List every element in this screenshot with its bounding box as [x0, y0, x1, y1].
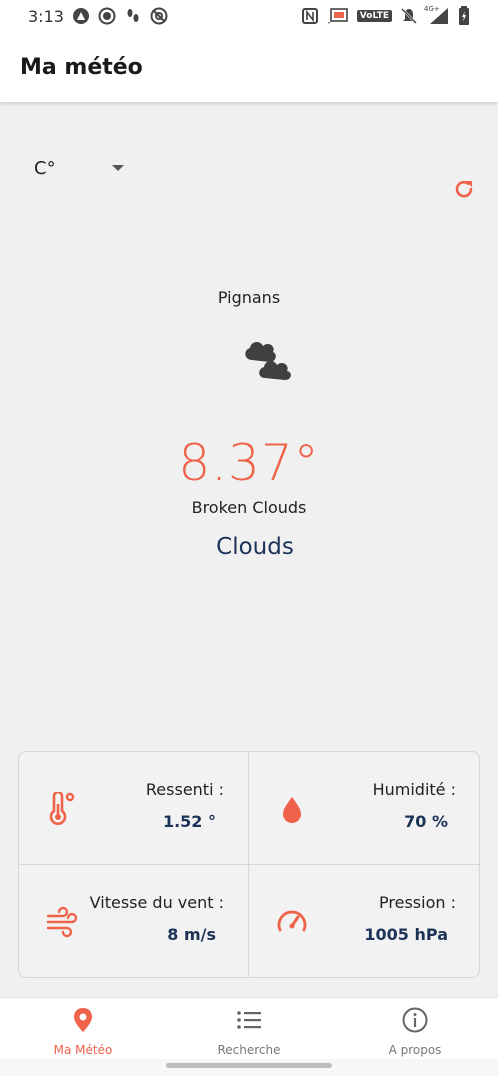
unit-value: C° — [34, 157, 56, 179]
app-bar: Ma météo — [0, 32, 498, 102]
wind-value: 8 m/s — [167, 925, 216, 944]
page-title: Ma météo — [20, 54, 143, 80]
wind-label: Vitesse du vent : — [89, 893, 224, 912]
nav-item-ma-meteo[interactable]: Ma Météo — [0, 998, 166, 1059]
broken-clouds-icon — [238, 338, 298, 388]
footsteps-icon — [124, 7, 142, 25]
wind-icon — [45, 905, 79, 939]
cast-icon — [327, 7, 349, 25]
nav-item-recherche[interactable]: Recherche — [166, 998, 332, 1059]
refresh-button[interactable] — [450, 175, 478, 203]
list-icon — [235, 1006, 263, 1034]
nav-label-recherche: Recherche — [217, 1043, 281, 1057]
bottom-navigation: Ma Météo Recherche A propos — [0, 997, 498, 1059]
location-pin-icon — [69, 1006, 97, 1034]
humidity-cell: Humidité : 70 % — [249, 752, 480, 865]
unit-dropdown[interactable]: C° — [34, 152, 130, 184]
status-left: 3:13 — [28, 7, 168, 26]
humidity-label: Humidité : — [372, 780, 456, 799]
status-time: 3:13 — [28, 6, 64, 26]
status-bar: 3:13 VoLTE 4G+ — [0, 0, 498, 32]
feels-like-label: Ressenti : — [145, 780, 224, 799]
feels-like-cell: Ressenti : 1.52 ° — [19, 752, 249, 865]
pressure-cell: Pression : 1005 hPa — [249, 865, 480, 978]
weather-main: Clouds — [216, 534, 294, 560]
battery-icon — [458, 6, 470, 25]
app-icon-a — [72, 7, 90, 25]
info-icon — [401, 1006, 429, 1034]
blocked-icon — [150, 7, 168, 25]
network-type-label: 4G+ — [424, 5, 440, 13]
humidity-value: 70 % — [404, 812, 448, 831]
dropdown-arrow-icon — [112, 165, 124, 171]
temperature: 8.37° — [178, 434, 320, 492]
mute-icon — [400, 7, 418, 25]
home-indicator[interactable] — [166, 1063, 332, 1068]
nav-label-ma-meteo: Ma Météo — [53, 1043, 113, 1057]
weather-description: Broken Clouds — [191, 498, 307, 517]
pressure-value: 1005 hPa — [364, 925, 448, 944]
weather-stats-grid: Ressenti : 1.52 ° Humidité : 70 % Vitess… — [18, 751, 480, 978]
status-right: VoLTE 4G+ — [301, 5, 470, 25]
city-name: Pignans — [217, 288, 281, 307]
pressure-label: Pression : — [379, 893, 456, 912]
water-drop-icon — [275, 792, 309, 826]
wind-cell: Vitesse du vent : 8 m/s — [19, 865, 249, 978]
nav-label-a-propos: A propos — [388, 1043, 442, 1057]
volte-icon: VoLTE — [356, 10, 392, 22]
speedometer-icon — [275, 905, 309, 939]
refresh-icon — [455, 180, 473, 198]
thermometer-icon — [43, 792, 77, 826]
nfc-icon — [301, 7, 319, 25]
record-icon — [98, 7, 116, 25]
nav-item-a-propos[interactable]: A propos — [332, 998, 498, 1059]
signal-icon: 4G+ — [424, 5, 450, 25]
feels-like-value: 1.52 ° — [162, 812, 216, 831]
